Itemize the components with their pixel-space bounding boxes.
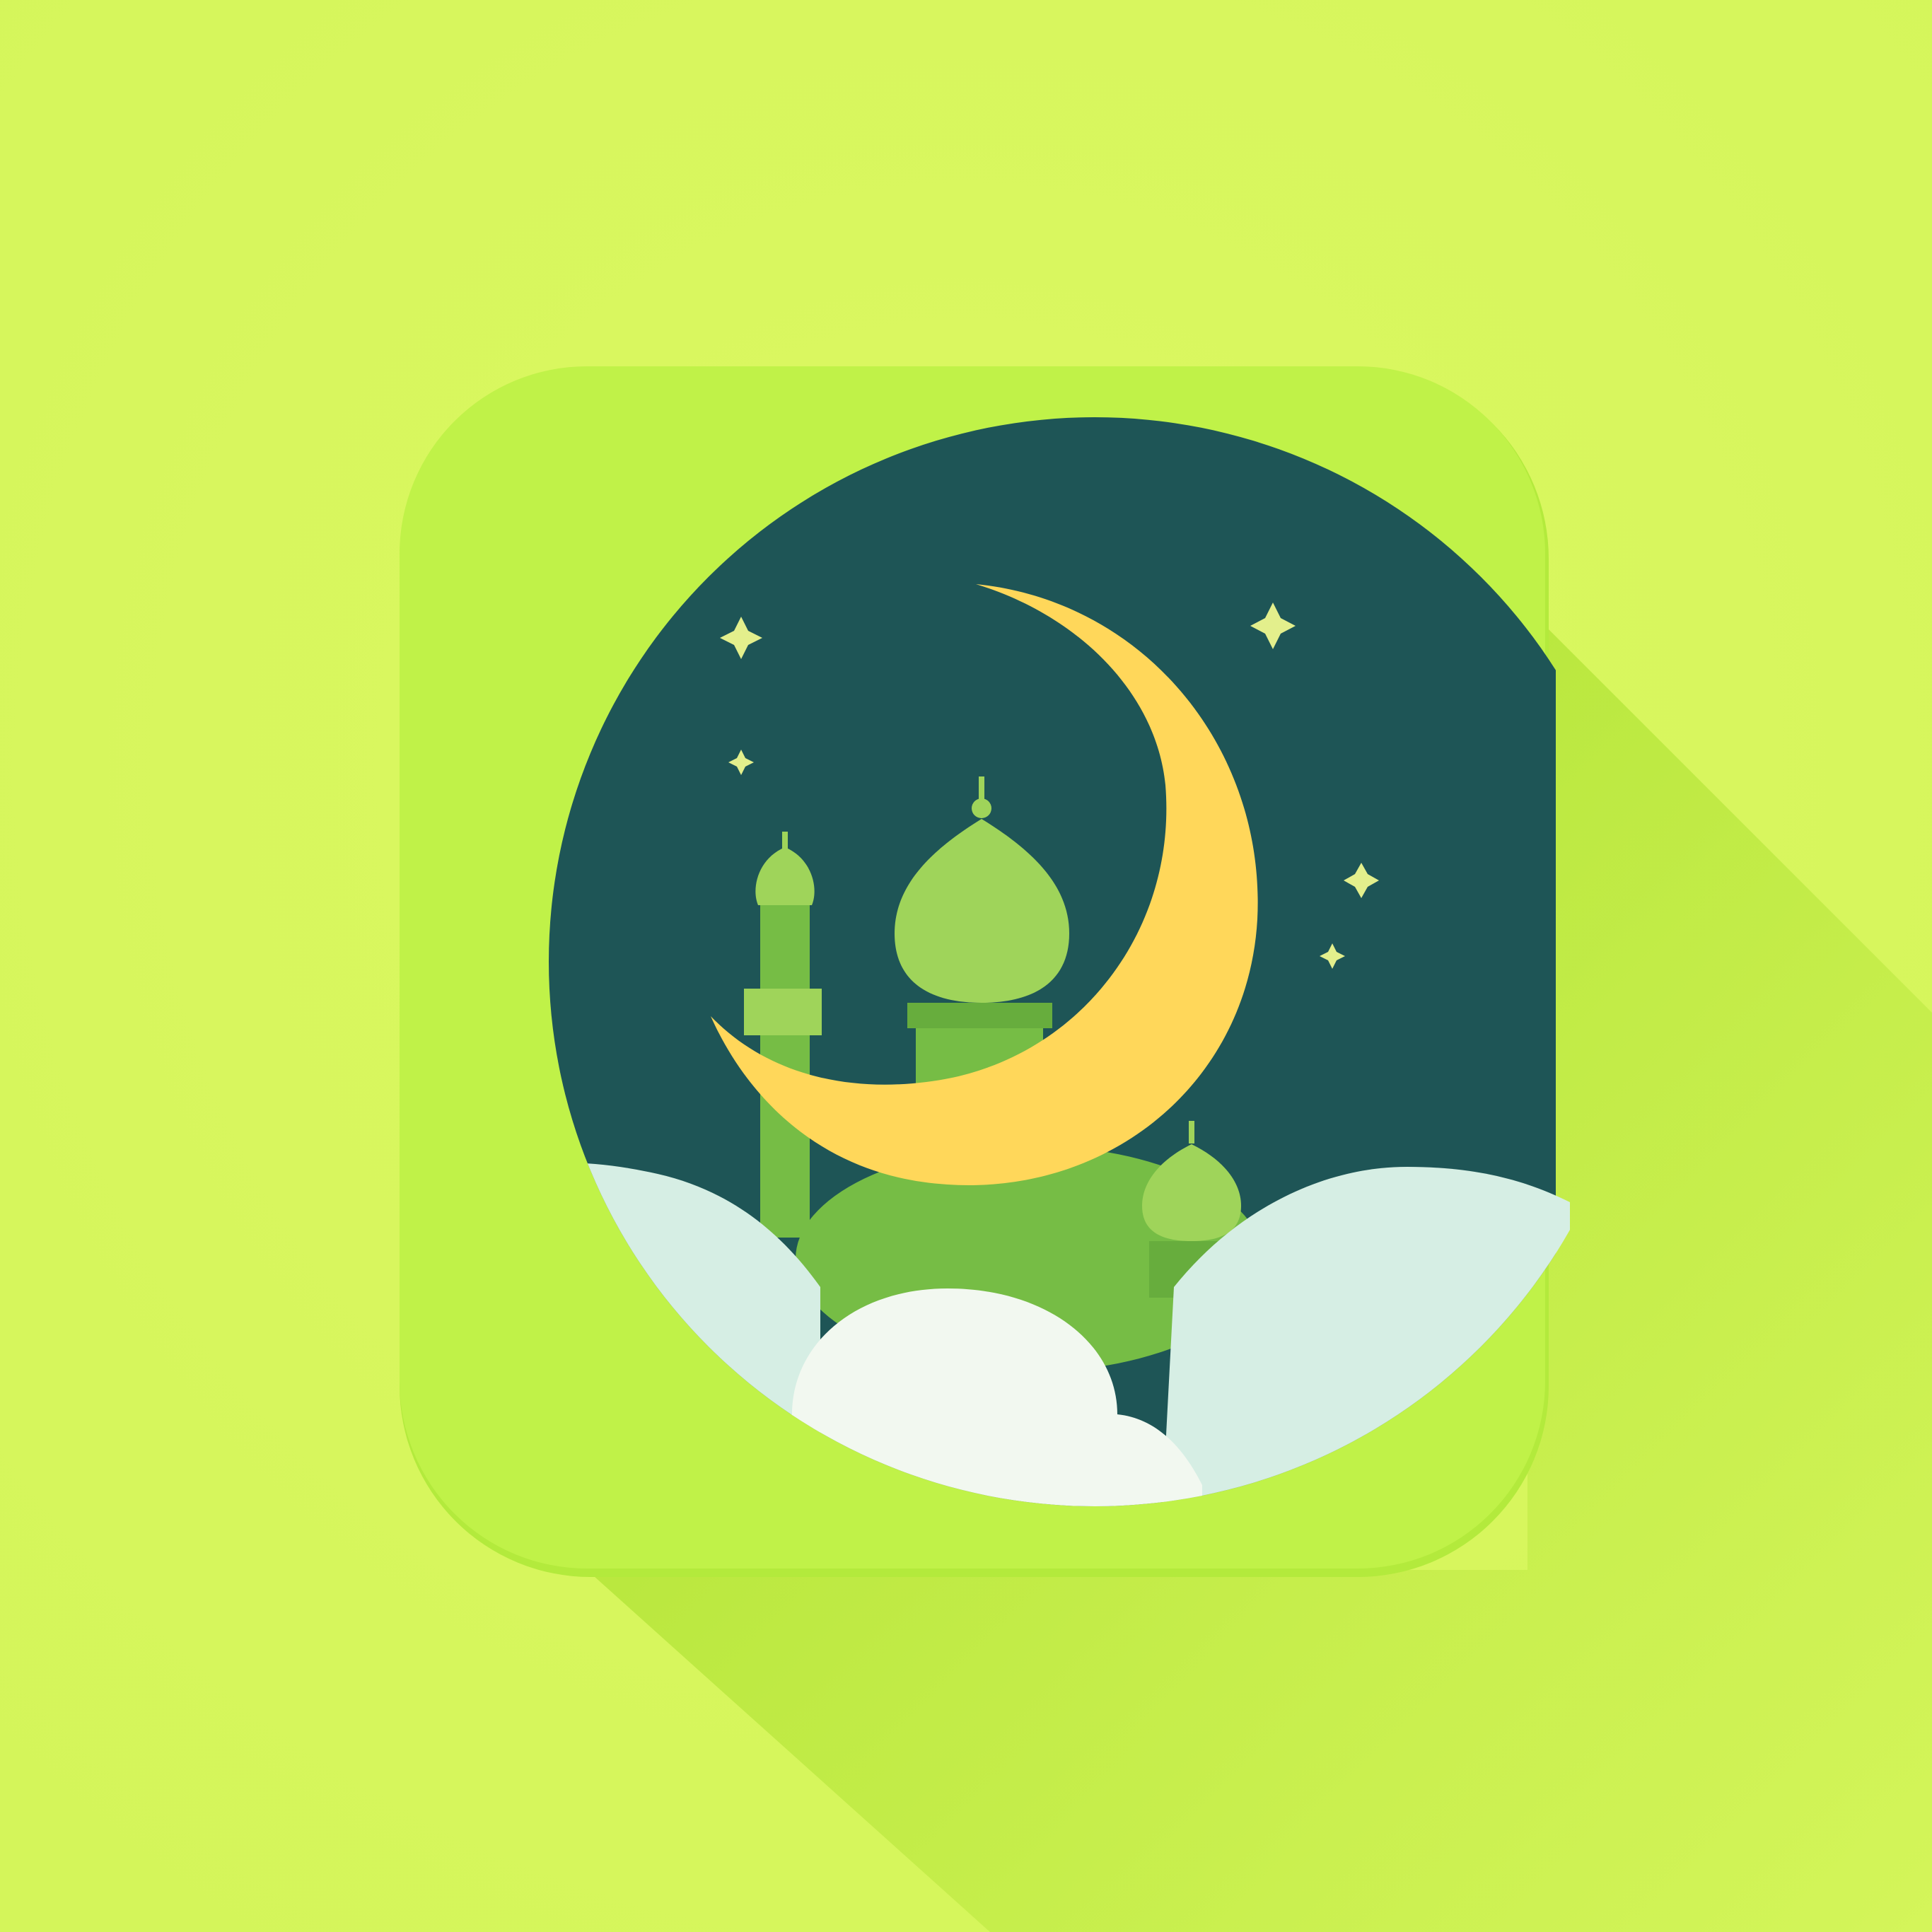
minaret-balcony [744,989,822,1035]
app-icon-tile[interactable] [400,366,1570,1577]
tower-band [907,1003,1052,1028]
minaret-finial [782,832,788,850]
dome-finial-spike [979,776,984,802]
small-dome-finial [1189,1121,1194,1144]
app-icon-scene [0,0,1932,1932]
